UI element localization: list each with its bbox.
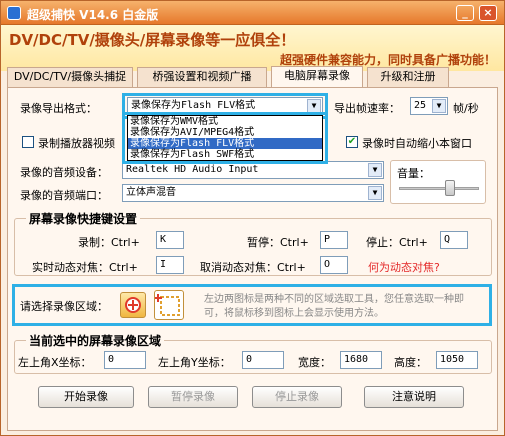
- tab-settings-broadcast[interactable]: 桥强设置和视频广播: [137, 67, 267, 87]
- banner: DV/DC/TV/摄像头/屏幕录像等一应俱全！ 超强硬件兼容能力，同时具备广播功…: [1, 25, 504, 71]
- chevron-down-icon[interactable]: ▼: [368, 186, 382, 200]
- record-player-checkbox[interactable]: [22, 136, 34, 148]
- minimize-button[interactable]: _: [456, 5, 474, 21]
- pause-record-button[interactable]: 暂停录像: [148, 386, 238, 408]
- stop-hotkey-label: 停止：Ctrl+: [366, 236, 428, 249]
- crosshair-icon: [125, 297, 141, 313]
- fps-select[interactable]: 25 ▼: [410, 97, 448, 115]
- region-hint: 左边两图标是两种不同的区域选取工具，您任意选取一种即可，将鼠标移到图标上会显示使…: [204, 294, 464, 319]
- untrack-hotkey-input[interactable]: O: [320, 256, 348, 274]
- width-input[interactable]: 1680: [340, 351, 382, 369]
- title-bar[interactable]: 超级捕快 V14.6 白金版 _ ×: [1, 1, 504, 25]
- audio-device-value: Realtek HD Audio Input: [126, 164, 259, 175]
- hotkey-group-title: 屏幕录像快捷键设置: [26, 210, 141, 227]
- dropdown-highlight-box: [122, 112, 328, 164]
- track-hotkey-input[interactable]: I: [156, 256, 184, 274]
- audio-device-label: 录像的音频设备：: [20, 166, 108, 179]
- height-input[interactable]: 1050: [436, 351, 478, 369]
- track-hotkey-label: 实时动态对焦：Ctrl+: [32, 261, 138, 274]
- record-hotkey-label: 录制：Ctrl+: [78, 236, 140, 249]
- app-icon: [7, 6, 21, 20]
- x-coord-input[interactable]: 0: [104, 351, 146, 369]
- untrack-hotkey-label: 取消动态对焦：Ctrl+: [200, 261, 306, 274]
- screen-record-panel: 录像导出格式： 录像保存为Flash FLV格式 ▼ 导出帧速率： 25 ▼ 帧…: [7, 87, 498, 431]
- x-coord-label: 左上角X坐标：: [18, 356, 92, 369]
- chevron-down-icon[interactable]: ▼: [368, 163, 382, 177]
- pause-hotkey-input[interactable]: P: [320, 231, 348, 249]
- tab-screen-record[interactable]: 电脑屏幕录像: [271, 66, 363, 88]
- close-button[interactable]: ×: [479, 5, 497, 21]
- audio-port-label: 录像的音频端口：: [20, 189, 108, 202]
- fps-value: 25: [414, 100, 427, 111]
- window-title: 超级捕快 V14.6 白金版: [27, 8, 159, 22]
- pause-hotkey-label: 暂停：Ctrl+: [247, 236, 309, 249]
- app-window: 超级捕快 V14.6 白金版 _ × DV/DC/TV/摄像头/屏幕录像等一应俱…: [0, 0, 505, 436]
- auto-minimize-label: 录像时自动缩小本窗口: [362, 137, 472, 150]
- chevron-down-icon[interactable]: ▼: [432, 99, 446, 113]
- volume-slider-track[interactable]: [399, 187, 479, 190]
- y-coord-label: 左上角Y坐标：: [158, 356, 231, 369]
- slogan-main: DV/DC/TV/摄像头/屏幕录像等一应俱全！: [9, 31, 296, 49]
- volume-label: 音量：: [397, 167, 430, 180]
- region-tool-crosshair-button[interactable]: [120, 292, 146, 318]
- auto-minimize-checkbox[interactable]: ✔: [346, 136, 358, 148]
- fps-label: 导出帧速率：: [334, 102, 400, 115]
- region-tool-frame-button[interactable]: [154, 290, 184, 320]
- export-format-label: 录像导出格式：: [20, 102, 97, 115]
- tab-capture[interactable]: DV/DC/TV/摄像头捕捉: [7, 67, 133, 87]
- select-frame-icon: [155, 294, 180, 316]
- fps-unit: 帧/秒: [453, 102, 479, 115]
- what-is-tracking-link[interactable]: 何为动态对焦?: [368, 259, 440, 275]
- start-record-button[interactable]: 开始录像: [38, 386, 134, 408]
- record-player-label: 录制播放器视频: [38, 137, 115, 150]
- audio-port-select[interactable]: 立体声混音 ▼: [122, 184, 384, 202]
- height-label: 高度：: [394, 356, 427, 369]
- stop-hotkey-input[interactable]: Q: [440, 231, 468, 249]
- volume-slider-thumb[interactable]: [445, 180, 455, 196]
- help-notes-button[interactable]: 注意说明: [364, 386, 464, 408]
- record-hotkey-input[interactable]: K: [156, 231, 184, 249]
- volume-group: 音量：: [390, 160, 486, 204]
- audio-port-value: 立体声混音: [126, 187, 176, 198]
- stop-record-button[interactable]: 停止录像: [252, 386, 342, 408]
- y-coord-input[interactable]: 0: [242, 351, 284, 369]
- current-region-title: 当前选中的屏幕录像区域: [26, 332, 165, 349]
- width-label: 宽度：: [298, 356, 331, 369]
- tab-upgrade-register[interactable]: 升级和注册: [367, 67, 449, 87]
- region-label: 请选择录像区域：: [20, 300, 108, 313]
